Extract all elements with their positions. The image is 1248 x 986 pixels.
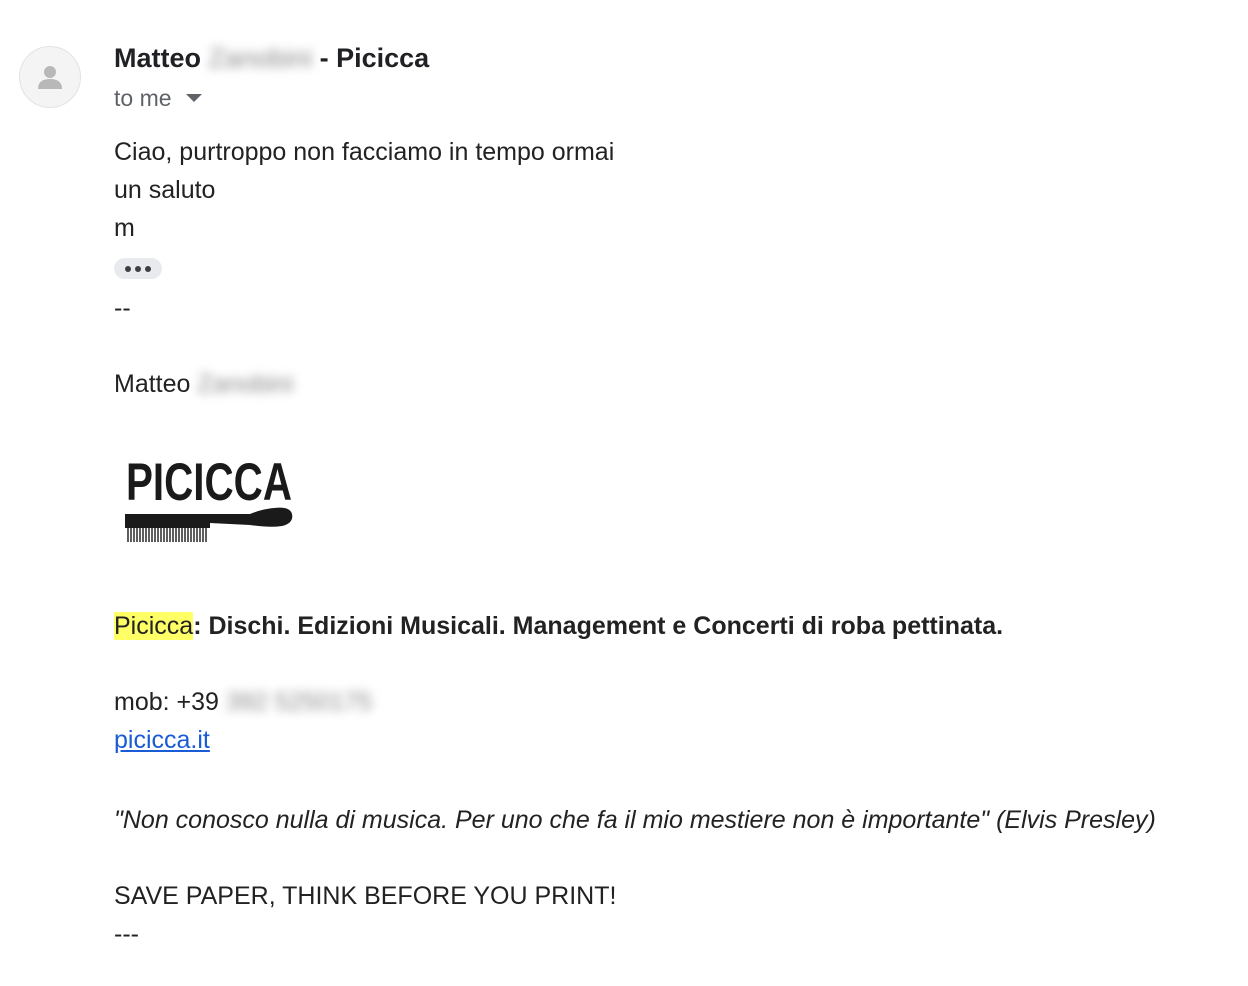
show-trimmed-content-button[interactable] [114,258,162,279]
mobile-country-code: 39 [191,688,219,716]
sender-last-name-redacted: Zanobini [208,43,313,73]
signature-name: Matteo Zanobini [114,367,293,401]
website-link[interactable]: picicca.it [114,726,210,754]
website-line: picicca.it [114,723,210,757]
sender-name: Matteo Zanobini - Picicca [114,40,429,76]
end-separator: --- [114,920,139,948]
recipient-details-toggle[interactable]: to me [114,82,202,114]
mobile-number-redacted: 392 5250175 [225,688,372,716]
recipient-label: to me [114,85,172,111]
brand-name-highlighted: Picicca [114,612,194,640]
message-line: Ciao, purtroppo non facciamo in tempo or… [114,138,615,166]
sender-first-name: Matteo [114,43,201,73]
mobile-number: mob: +39 392 5250175 [114,685,372,719]
save-paper-notice: SAVE PAPER, THINK BEFORE YOU PRINT! [114,882,617,910]
message-line: un saluto [114,176,216,204]
tagline-text: : Dischi. Edizioni Musicali. Management … [193,612,1004,640]
signature-last-name-redacted: Zanobini [197,370,294,398]
picicca-logo: PICICCA [125,453,293,542]
ellipsis-icon [125,265,131,272]
message-line: m [114,214,135,242]
sender-avatar[interactable] [19,46,81,108]
person-icon [38,66,62,89]
signature-separator: -- [114,294,131,322]
signature-tagline: Picicca: Dischi. Edizioni Musicali. Mana… [114,609,1003,643]
signature-quote: "Non conosco nulla di musica. Per uno ch… [114,806,1156,834]
chevron-down-icon[interactable] [185,94,202,102]
signature-first-name: Matteo [114,370,191,398]
logo-text: PICICCA [126,453,292,512]
mobile-label: mob: + [114,688,192,716]
sender-organization: - Picicca [319,43,430,73]
